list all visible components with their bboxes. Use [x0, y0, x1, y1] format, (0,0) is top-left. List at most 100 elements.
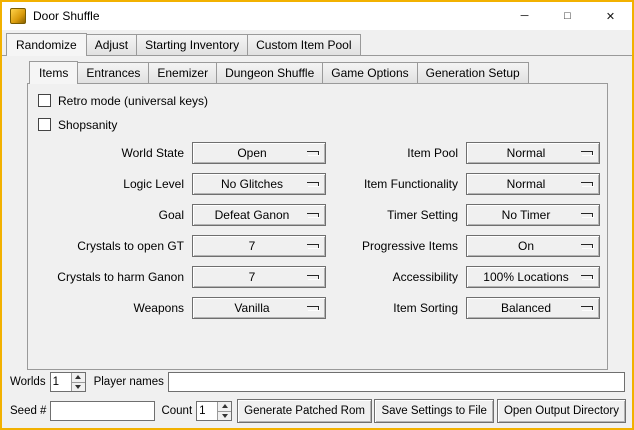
dropdown-indicator-icon: [307, 275, 319, 279]
retro-mode-checkbox[interactable]: [38, 94, 51, 107]
count-spin-arrows: [217, 402, 231, 420]
maximize-icon[interactable]: □: [546, 2, 589, 30]
dropdown-indicator-icon: [581, 306, 593, 310]
player-names-input[interactable]: [168, 372, 625, 392]
bottom-bar: Worlds Player names Seed # Count: [2, 367, 632, 428]
item-sorting-label: Item Sorting: [332, 301, 460, 315]
seed-input[interactable]: [50, 401, 155, 421]
item-pool-label: Item Pool: [332, 146, 460, 160]
logic-level-value: No Glitches: [221, 177, 283, 191]
goal-value: Defeat Ganon: [215, 208, 290, 222]
item-functionality-value: Normal: [507, 177, 546, 191]
worlds-spin-up-icon[interactable]: [72, 373, 85, 382]
dropdown-indicator-icon: [307, 213, 319, 217]
tab-game-options[interactable]: Game Options: [322, 62, 417, 83]
shopsanity-row: Shopsanity: [38, 117, 607, 132]
worlds-input[interactable]: [51, 373, 71, 391]
count-input[interactable]: [197, 402, 217, 420]
crystals-harm-ganon-label: Crystals to harm Ganon: [38, 270, 186, 284]
goal-label: Goal: [38, 208, 186, 222]
tab-generation-setup[interactable]: Generation Setup: [417, 62, 529, 83]
item-pool-dropdown[interactable]: Normal: [466, 142, 600, 164]
progressive-items-label: Progressive Items: [332, 239, 460, 253]
shopsanity-checkbox[interactable]: [38, 118, 51, 131]
progressive-items-value: On: [518, 239, 534, 253]
crystals-open-gt-value: 7: [249, 239, 256, 253]
count-spin-down-icon[interactable]: [218, 411, 231, 421]
item-sorting-dropdown[interactable]: Balanced: [466, 297, 600, 319]
worlds-spin-down-icon[interactable]: [72, 382, 85, 392]
retro-mode-label: Retro mode (universal keys): [58, 94, 208, 108]
tab-dungeon-shuffle[interactable]: Dungeon Shuffle: [216, 62, 323, 83]
crystals-open-gt-label: Crystals to open GT: [38, 239, 186, 253]
seed-label: Seed #: [10, 405, 46, 417]
tab-enemizer[interactable]: Enemizer: [148, 62, 217, 83]
dropdown-indicator-icon: [307, 182, 319, 186]
world-state-dropdown[interactable]: Open: [192, 142, 326, 164]
seed-row: Seed # Count Generate Patched Rom Save S…: [10, 399, 626, 423]
world-state-value: Open: [237, 146, 266, 160]
window-title: Door Shuffle: [33, 9, 100, 23]
timer-setting-label: Timer Setting: [332, 208, 460, 222]
weapons-dropdown[interactable]: Vanilla: [192, 297, 326, 319]
tab-randomize[interactable]: Randomize: [6, 33, 87, 56]
weapons-value: Vanilla: [234, 301, 269, 315]
settings-notebook: Items Entrances Enemizer Dungeon Shuffle…: [27, 61, 608, 370]
sub-tab-bar: Items Entrances Enemizer Dungeon Shuffle…: [27, 61, 608, 83]
count-spinner[interactable]: [196, 401, 232, 421]
worlds-label: Worlds: [10, 376, 46, 388]
progressive-items-dropdown[interactable]: On: [466, 235, 600, 257]
item-functionality-label: Item Functionality: [332, 177, 460, 191]
world-state-label: World State: [38, 146, 186, 160]
goal-dropdown[interactable]: Defeat Ganon: [192, 204, 326, 226]
app-icon: [10, 8, 26, 24]
dropdown-indicator-icon: [307, 306, 319, 310]
timer-setting-dropdown[interactable]: No Timer: [466, 204, 600, 226]
accessibility-label: Accessibility: [332, 270, 460, 284]
worlds-spinner[interactable]: [50, 372, 86, 392]
dropdown-indicator-icon: [581, 213, 593, 217]
dropdown-indicator-icon: [307, 244, 319, 248]
dropdown-indicator-icon: [307, 151, 319, 155]
options-grid: World State Open Item Pool Normal Logic …: [38, 142, 607, 319]
count-spin-up-icon[interactable]: [218, 402, 231, 411]
tab-starting-inventory[interactable]: Starting Inventory: [136, 34, 248, 55]
items-pane: Retro mode (universal keys) Shopsanity W…: [27, 83, 608, 370]
accessibility-value: 100% Locations: [483, 270, 568, 284]
window-controls: ─ □ ✕: [503, 2, 632, 30]
crystals-open-gt-dropdown[interactable]: 7: [192, 235, 326, 257]
player-names-label: Player names: [94, 376, 164, 388]
retro-mode-row: Retro mode (universal keys): [38, 93, 607, 108]
minimize-icon[interactable]: ─: [503, 2, 546, 30]
main-tab-bar: Randomize Adjust Starting Inventory Cust…: [2, 33, 632, 55]
logic-level-dropdown[interactable]: No Glitches: [192, 173, 326, 195]
crystals-harm-ganon-value: 7: [249, 270, 256, 284]
item-functionality-dropdown[interactable]: Normal: [466, 173, 600, 195]
close-icon[interactable]: ✕: [589, 2, 632, 30]
shopsanity-label: Shopsanity: [58, 118, 117, 132]
dropdown-indicator-icon: [581, 151, 593, 155]
randomize-pane: Items Entrances Enemizer Dungeon Shuffle…: [2, 55, 632, 428]
timer-setting-value: No Timer: [502, 208, 551, 222]
dropdown-indicator-icon: [581, 244, 593, 248]
save-settings-button[interactable]: Save Settings to File: [374, 399, 493, 423]
weapons-label: Weapons: [38, 301, 186, 315]
count-label: Count: [161, 405, 192, 417]
app-window: Door Shuffle ─ □ ✕ Randomize Adjust Star…: [0, 0, 634, 430]
tab-custom-item-pool[interactable]: Custom Item Pool: [247, 34, 360, 55]
tab-adjust[interactable]: Adjust: [86, 34, 137, 55]
accessibility-dropdown[interactable]: 100% Locations: [466, 266, 600, 288]
dropdown-indicator-icon: [581, 182, 593, 186]
dropdown-indicator-icon: [581, 275, 593, 279]
crystals-harm-ganon-dropdown[interactable]: 7: [192, 266, 326, 288]
worlds-spin-arrows: [71, 373, 85, 391]
tab-entrances[interactable]: Entrances: [77, 62, 149, 83]
tab-items[interactable]: Items: [29, 61, 78, 84]
item-pool-value: Normal: [507, 146, 546, 160]
generate-patched-rom-button[interactable]: Generate Patched Rom: [237, 399, 372, 423]
worlds-row: Worlds Player names: [10, 370, 626, 394]
logic-level-label: Logic Level: [38, 177, 186, 191]
open-output-directory-button[interactable]: Open Output Directory: [497, 399, 626, 423]
item-sorting-value: Balanced: [501, 301, 551, 315]
titlebar: Door Shuffle ─ □ ✕: [2, 2, 632, 30]
